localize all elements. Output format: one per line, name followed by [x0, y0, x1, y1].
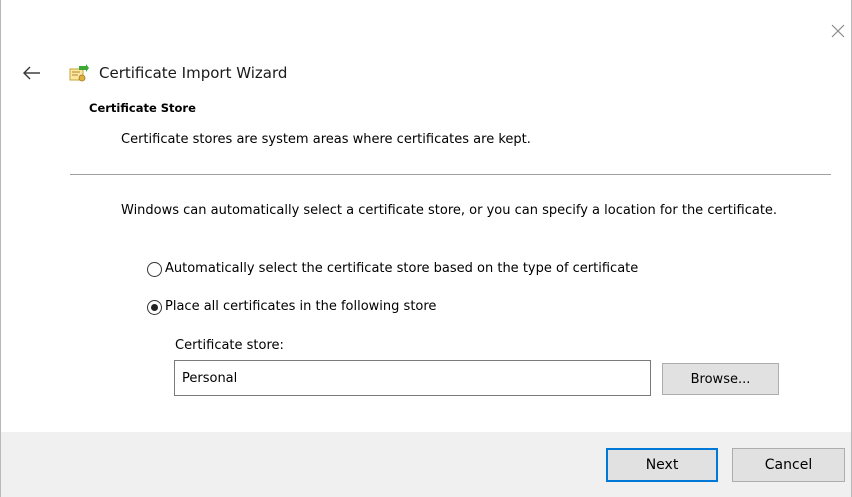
close-icon[interactable]: [827, 20, 849, 42]
browse-button[interactable]: Browse...: [662, 363, 779, 395]
certificate-icon: [67, 63, 89, 85]
header-divider: [70, 174, 831, 175]
auto-select-label: Automatically select the certificate sto…: [165, 261, 639, 276]
place-in-store-option[interactable]: Place all certificates in the following …: [147, 298, 436, 316]
footer-bar: [1, 432, 851, 497]
certificate-store-label: Certificate store:: [175, 338, 284, 353]
auto-select-store-option[interactable]: Automatically select the certificate sto…: [147, 260, 638, 278]
certificate-store-input[interactable]: [174, 360, 651, 396]
section-description: Certificate stores are system areas wher…: [121, 132, 531, 147]
wizard-title: Certificate Import Wizard: [99, 64, 288, 82]
next-button[interactable]: Next: [606, 448, 718, 482]
intro-text: Windows can automatically select a certi…: [121, 203, 778, 218]
cancel-button[interactable]: Cancel: [732, 448, 845, 482]
back-arrow-icon[interactable]: [21, 64, 43, 82]
place-in-store-label: Place all certificates in the following …: [165, 299, 437, 314]
certificate-import-wizard-window: Certificate Import Wizard Certificate St…: [0, 0, 852, 497]
place-in-store-radio[interactable]: [147, 299, 162, 315]
auto-select-radio[interactable]: [147, 261, 162, 277]
section-heading: Certificate Store: [89, 101, 196, 115]
